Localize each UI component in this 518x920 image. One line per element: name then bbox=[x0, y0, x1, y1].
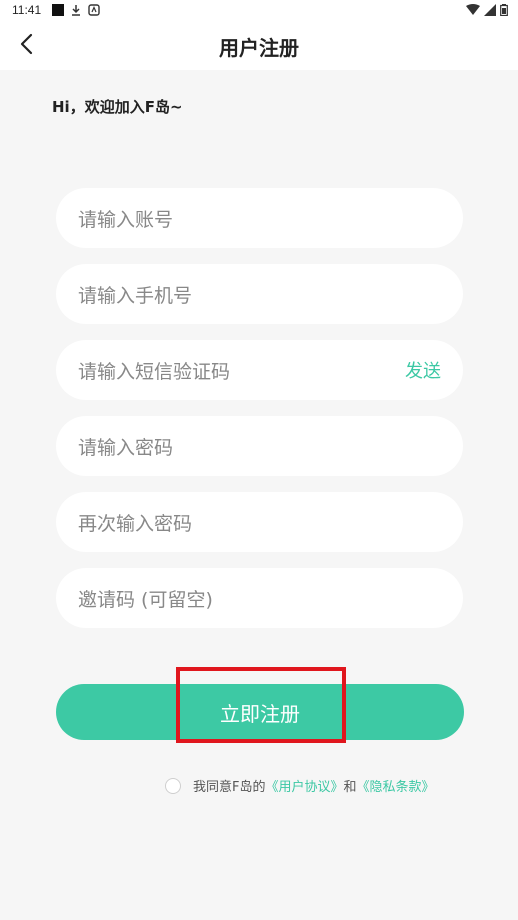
user-agreement-link[interactable]: 《用户协议》 bbox=[265, 776, 343, 795]
password-input[interactable]: 请输入密码 bbox=[56, 416, 463, 476]
phone-placeholder: 请输入手机号 bbox=[78, 284, 193, 307]
invite-code-input[interactable]: 邀请码 (可留空) bbox=[56, 568, 463, 628]
nav-bar: 用户注册 bbox=[0, 22, 518, 70]
agreement-conjunction: 和 bbox=[343, 780, 357, 795]
privacy-policy-link[interactable]: 《隐私条款》 bbox=[357, 776, 435, 795]
sms-code-input[interactable]: 请输入短信验证码 发送 bbox=[56, 340, 463, 400]
account-input[interactable]: 请输入账号 bbox=[56, 188, 463, 248]
register-button[interactable]: 立即注册 bbox=[56, 684, 464, 740]
app-notification-icon bbox=[88, 4, 100, 19]
wifi-icon bbox=[466, 4, 480, 19]
phone-input[interactable]: 请输入手机号 bbox=[56, 264, 463, 324]
status-icons-right bbox=[466, 4, 508, 19]
agreement-prefix: 我同意F岛的 bbox=[193, 780, 266, 795]
sms-code-placeholder: 请输入短信验证码 bbox=[78, 360, 231, 383]
signal-icon bbox=[484, 4, 496, 19]
confirm-password-placeholder: 再次输入密码 bbox=[78, 512, 193, 535]
send-code-button[interactable]: 发送 bbox=[405, 357, 441, 383]
agreement-row: 我同意F岛的 《用户协议》 和 《隐私条款》 bbox=[165, 776, 435, 795]
notification-square-icon bbox=[52, 4, 64, 19]
password-placeholder: 请输入密码 bbox=[78, 436, 174, 459]
page-title: 用户注册 bbox=[219, 36, 299, 60]
invite-code-placeholder: 邀请码 (可留空) bbox=[78, 588, 213, 611]
agreement-checkbox[interactable] bbox=[165, 777, 181, 794]
battery-icon bbox=[500, 4, 508, 19]
account-placeholder: 请输入账号 bbox=[78, 208, 174, 231]
download-icon bbox=[70, 4, 82, 19]
status-icons-left bbox=[52, 4, 100, 19]
status-bar: 11:41 bbox=[0, 0, 518, 22]
confirm-password-input[interactable]: 再次输入密码 bbox=[56, 492, 463, 552]
welcome-text: Hi，欢迎加入F岛~ bbox=[52, 98, 183, 116]
status-time: 11:41 bbox=[12, 3, 42, 17]
